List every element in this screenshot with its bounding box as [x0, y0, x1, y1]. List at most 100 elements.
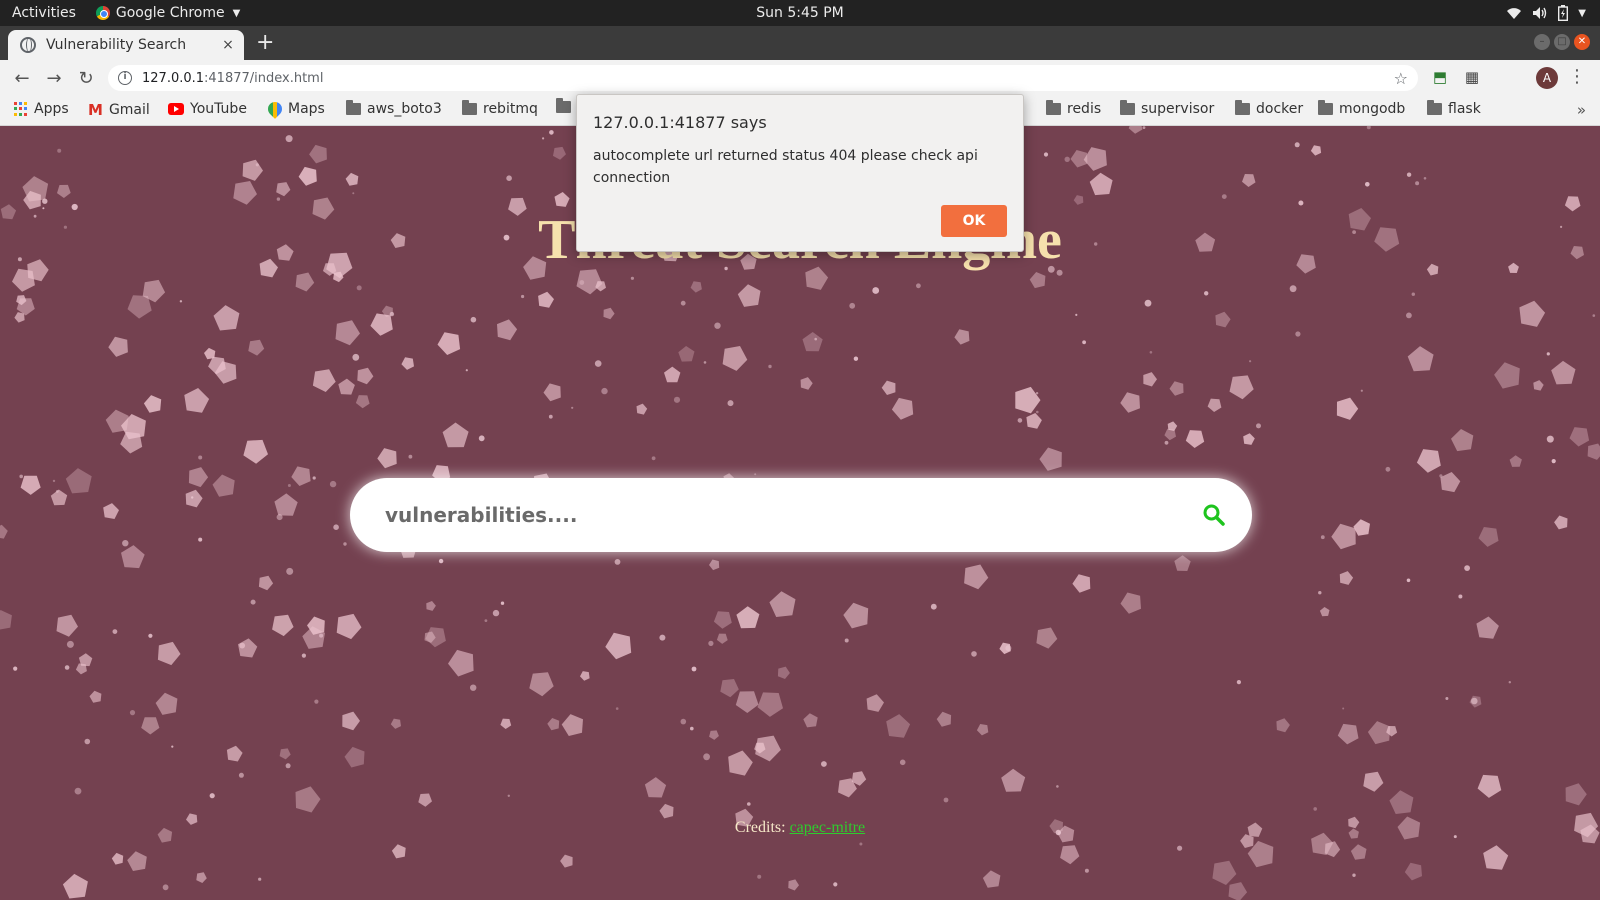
particle-dot: [285, 135, 293, 143]
bookmark-folder-supervisor[interactable]: supervisor: [1120, 100, 1214, 117]
particle-pentagon: [426, 601, 436, 611]
particle-pentagon: [1120, 392, 1140, 413]
site-info-icon[interactable]: i: [118, 71, 132, 85]
browser-menu-icon[interactable]: ⋮: [1568, 66, 1586, 87]
bookmark-folder-mongodb[interactable]: mongodb: [1318, 100, 1405, 117]
close-tab-icon[interactable]: ×: [218, 37, 238, 53]
address-bar[interactable]: i 127.0.0.1:41877/index.html ☆: [108, 65, 1418, 91]
particle-pentagon: [1029, 272, 1046, 289]
particle-dot: [84, 738, 91, 745]
particle-pentagon: [1073, 195, 1084, 205]
reload-button[interactable]: ↻: [70, 68, 102, 89]
particle-dot: [1005, 645, 1012, 652]
bookmark-apps[interactable]: Apps: [14, 101, 69, 117]
extension-icon[interactable]: ⬒: [1430, 68, 1450, 88]
particle-pentagon: [188, 467, 209, 488]
particle-pentagon: [500, 718, 512, 729]
particle-pentagon: [1212, 860, 1237, 885]
ok-button[interactable]: OK: [941, 205, 1007, 237]
particle-dot: [1294, 142, 1300, 148]
particle-pentagon: [242, 159, 263, 181]
particle-dot: [1298, 200, 1304, 206]
bookmark-folder-docker[interactable]: docker: [1235, 100, 1303, 117]
search-input[interactable]: [385, 503, 1165, 527]
particle-dot: [438, 558, 444, 564]
particle-dot: [703, 753, 710, 761]
particle-pentagon: [757, 692, 783, 717]
bookmark-folder-rebitmq[interactable]: rebitmq: [462, 100, 538, 117]
particle-dot: [55, 490, 59, 493]
search-icon[interactable]: [1202, 503, 1226, 527]
particle-dot: [470, 316, 477, 323]
forward-button[interactable]: →: [38, 68, 70, 89]
particle-dot: [500, 601, 505, 605]
back-button[interactable]: ←: [6, 68, 38, 89]
particle-pentagon: [1243, 433, 1255, 445]
more-bookmarks-icon[interactable]: »: [1577, 101, 1586, 119]
particle-pentagon: [111, 852, 124, 865]
close-window-button[interactable]: ✕: [1574, 34, 1590, 50]
bookmark-star-icon[interactable]: ☆: [1394, 69, 1408, 88]
particle-pentagon: [1185, 430, 1205, 448]
particle-pentagon: [576, 269, 603, 295]
clock[interactable]: Sun 5:45 PM: [756, 5, 844, 21]
particle-dot: [465, 369, 468, 372]
particle-pentagon: [62, 873, 88, 899]
minimize-window-button[interactable]: –: [1534, 34, 1550, 50]
search-bar[interactable]: [350, 478, 1252, 552]
particle-pentagon: [1310, 145, 1322, 156]
particle-pentagon: [1128, 126, 1143, 134]
particle-dot: [1035, 392, 1039, 395]
bookmark-folder-flask[interactable]: flask: [1427, 100, 1481, 117]
particle-dot: [1551, 459, 1556, 464]
particle-dot: [1236, 680, 1241, 685]
particle-dot: [162, 884, 169, 891]
particle-pentagon: [258, 575, 274, 591]
url-text[interactable]: 127.0.0.1:41877/index.html: [142, 71, 1394, 86]
particle-dot: [1221, 194, 1227, 199]
particle-pentagon: [886, 714, 911, 738]
particle-dot: [1318, 591, 1322, 595]
particle-pentagon: [401, 357, 414, 370]
particle-dot: [1084, 868, 1089, 873]
profile-avatar[interactable]: A: [1536, 67, 1558, 89]
particle-dot: [971, 651, 977, 657]
particle-dot: [258, 877, 262, 881]
particle-pentagon: [720, 679, 739, 698]
particle-dot: [1164, 440, 1169, 445]
system-tray[interactable]: ▼: [1506, 0, 1586, 26]
particle-pentagon: [1337, 723, 1359, 745]
alert-dialog: 127.0.0.1:41877 says autocomplete url re…: [576, 94, 1024, 252]
tab-vulnerability-search[interactable]: Vulnerability Search ×: [8, 30, 244, 60]
particle-pentagon: [14, 312, 25, 323]
window-controls: – □ ✕: [1534, 34, 1590, 50]
particle-pentagon: [298, 166, 317, 186]
app-menu[interactable]: Google Chrome ▼: [95, 5, 240, 21]
maximize-window-button[interactable]: □: [1554, 34, 1570, 50]
particle-dot: [708, 640, 714, 647]
qr-code-icon[interactable]: ▦: [1462, 68, 1482, 88]
particle-pentagon: [391, 844, 406, 859]
bookmark-gmail[interactable]: M Gmail: [88, 101, 150, 119]
particle-pentagon: [448, 649, 474, 677]
bookmark-maps[interactable]: Maps: [265, 99, 325, 119]
particle-pentagon: [1569, 427, 1590, 447]
credits-link[interactable]: capec-mitre: [790, 819, 866, 836]
particle-pentagon: [538, 291, 554, 308]
particle-pentagon: [342, 711, 360, 731]
bookmark-youtube[interactable]: YouTube: [168, 101, 247, 117]
particle-pentagon: [1229, 375, 1254, 400]
folder-icon: [1046, 100, 1061, 115]
bookmark-folder-hidden[interactable]: [556, 98, 577, 113]
particle-dot: [238, 772, 244, 778]
activities-button[interactable]: Activities: [12, 5, 76, 21]
bookmark-folder-redis[interactable]: redis: [1046, 100, 1101, 117]
particle-pentagon: [1242, 174, 1256, 187]
particle-dot: [691, 666, 697, 672]
particle-dot: [1036, 410, 1039, 414]
bookmark-folder-aws-boto3[interactable]: aws_boto3: [346, 100, 442, 117]
particle-dot: [64, 665, 70, 670]
particle-pentagon: [279, 748, 291, 760]
particle-pentagon: [184, 388, 210, 413]
new-tab-button[interactable]: +: [256, 32, 274, 54]
